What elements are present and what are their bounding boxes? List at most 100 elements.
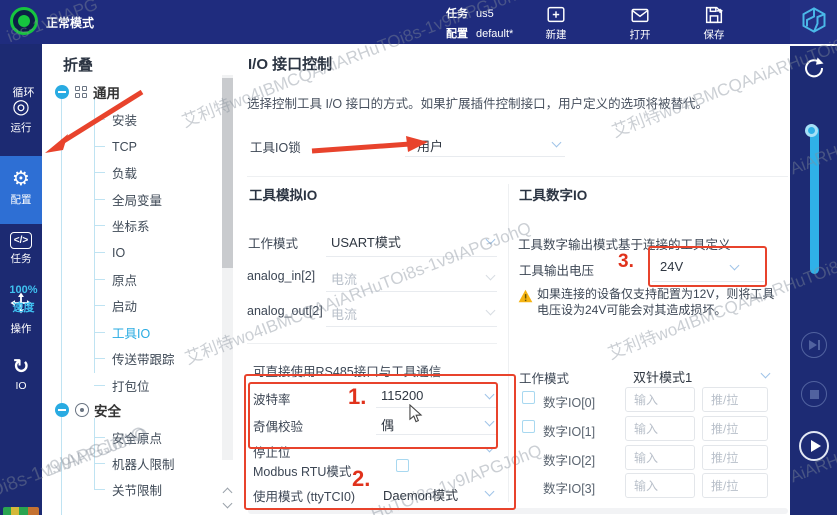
select-underline [326, 326, 497, 327]
tree-item-robot-limits[interactable]: 机器人限制 [94, 450, 175, 476]
work-mode-select[interactable]: USART模式 [331, 232, 401, 251]
nav-task[interactable]: </> 任务 [0, 230, 42, 266]
code-icon: </> [10, 232, 32, 249]
tree-group-safety[interactable]: 安全 [55, 400, 121, 420]
analog-in-label: analog_in[2] [247, 269, 315, 283]
select-underline [326, 256, 497, 257]
task-info: 任务us5 [446, 5, 494, 21]
digital-io-1-label: 数字IO[1] [543, 421, 595, 440]
chevron-down-icon [486, 271, 496, 281]
digital-io-1-checkbox[interactable] [522, 420, 535, 433]
tree-item-home[interactable]: 原点 [94, 266, 137, 293]
task-label: 任务 [446, 8, 468, 20]
app-window: 正常模式 任务us5 配置default* 新建 打开 [0, 0, 837, 515]
digital-io-1-input-select[interactable]: 输入 [625, 416, 695, 441]
digital-io-3-input-select[interactable]: 输入 [625, 473, 695, 498]
new-button[interactable]: 新建 [532, 4, 580, 42]
digital-io-2-input-select[interactable]: 输入 [625, 445, 695, 470]
collapse-minus-icon[interactable] [55, 403, 69, 417]
select-underline [326, 291, 497, 292]
tree-group-general[interactable]: 通用 [55, 82, 120, 102]
tree-item-tool-io[interactable]: 工具IO [94, 319, 150, 346]
top-bar: 正常模式 任务us5 配置default* 新建 打开 [0, 0, 837, 44]
nav-config[interactable]: ⚙ 配置 [0, 156, 42, 224]
page-description: 选择控制工具 I/O 接口的方式。如果扩展插件控制接口，用户定义的选项将被替代。 [247, 93, 708, 112]
open-button[interactable]: 打开 [616, 4, 664, 42]
speed-label: 速度 [0, 299, 47, 315]
chevron-down-icon[interactable] [552, 138, 562, 148]
tree-collapse-header[interactable]: 折叠 [63, 54, 93, 75]
digital-io-0-drive-select[interactable]: 推/拉 [702, 387, 768, 412]
tree-item-packing[interactable]: 打包位 [94, 372, 150, 399]
tree-item-io[interactable]: IO [94, 239, 125, 266]
digital-io-1-drive-select[interactable]: 推/拉 [702, 416, 768, 441]
analog-in-select[interactable]: 电流 [331, 269, 357, 288]
digital-section-title: 工具数字IO [519, 184, 587, 204]
config-info: 配置default* [446, 25, 513, 41]
speed-slider-track[interactable] [810, 126, 819, 274]
collapse-minus-icon[interactable] [55, 85, 69, 99]
gear-icon: ⚙ [0, 168, 42, 190]
chevron-down-icon[interactable] [761, 369, 771, 379]
tree-item-joint-limits[interactable]: 关节限制 [94, 476, 162, 502]
nav-config-label: 配置 [0, 192, 42, 207]
tree-item-conveyor[interactable]: 传送带跟踪 [94, 345, 175, 372]
voltage-label: 工具输出电压 [519, 260, 594, 279]
cube-logo-icon [800, 6, 828, 39]
tree-item-install[interactable]: 安装 [94, 106, 137, 133]
digital-work-mode-label: 工作模式 [519, 368, 569, 387]
save-button[interactable]: 保存 [690, 4, 738, 42]
stop-button[interactable] [801, 381, 827, 407]
digital-io-2-drive-select[interactable]: 推/拉 [702, 445, 768, 470]
annotation-number-3: 3. [618, 251, 634, 273]
tree-guide-line [61, 97, 62, 515]
loop-icon[interactable] [802, 56, 826, 85]
digital-io-0-checkbox[interactable] [522, 391, 535, 404]
work-mode-label: 工作模式 [248, 233, 298, 252]
tool-io-lock-label: 工具IO锁 [250, 137, 301, 156]
digital-io-0-input-select[interactable]: 输入 [625, 387, 695, 412]
nav-operate-label: 操作 [0, 321, 42, 336]
tree-item-startup[interactable]: 启动 [94, 292, 137, 319]
tool-io-lock-select[interactable]: 用户 [417, 136, 443, 155]
tree-item-safety-home[interactable]: 安全原点 [94, 424, 162, 450]
rail-separator [790, 44, 837, 46]
step-button[interactable] [801, 332, 827, 358]
chevron-down-icon [486, 306, 496, 316]
analog-section-title: 工具模拟IO [249, 184, 317, 204]
chevron-down-icon[interactable] [486, 235, 496, 245]
annotation-number-1: 1. [348, 384, 366, 410]
speed-slider-knob[interactable] [805, 124, 818, 137]
speed-value: 100% [0, 284, 47, 296]
tree-item-tcp[interactable]: TCP [94, 133, 137, 160]
tree-scrollbar-thumb[interactable] [222, 78, 233, 268]
nav-run-label: 运行 [0, 120, 42, 135]
open-button-label: 打开 [616, 27, 664, 42]
grid-icon [75, 86, 88, 99]
annotation-arrow-to-config [45, 134, 68, 153]
digital-work-mode-select[interactable]: 双针模式1 [633, 367, 692, 386]
scroll-up-icon[interactable] [223, 488, 233, 498]
new-button-label: 新建 [532, 27, 580, 42]
voltage-warning-text: 如果连接的设备仅支持配置为12V，则将工具电压设为24V可能会对其造成损坏。 [537, 286, 781, 318]
bottom-left-logo-fragment [3, 507, 39, 515]
tree-item-coordinate[interactable]: 坐标系 [94, 212, 150, 239]
save-icon [690, 4, 738, 26]
subsection-divider [247, 343, 497, 344]
tree-item-global-vars[interactable]: 全局变量 [94, 186, 162, 213]
select-underline [405, 156, 565, 157]
save-button-label: 保存 [690, 27, 738, 42]
stop-icon [810, 390, 819, 399]
digital-io-3-drive-select[interactable]: 推/拉 [702, 473, 768, 498]
scroll-down-icon[interactable] [223, 499, 233, 509]
digital-io-2-label: 数字IO[2] [543, 450, 595, 469]
config-label: 配置 [446, 28, 468, 40]
play-button[interactable] [799, 431, 829, 461]
nav-io[interactable]: ↻ IO [0, 356, 42, 392]
nav-run[interactable]: ◎ 运行 [0, 96, 42, 135]
open-file-icon [616, 4, 664, 26]
analog-out-select[interactable]: 电流 [331, 304, 357, 323]
robot-mode-icon[interactable] [10, 7, 38, 35]
digital-io-0-label: 数字IO[0] [543, 392, 595, 411]
tree-item-payload[interactable]: 负载 [94, 159, 137, 186]
